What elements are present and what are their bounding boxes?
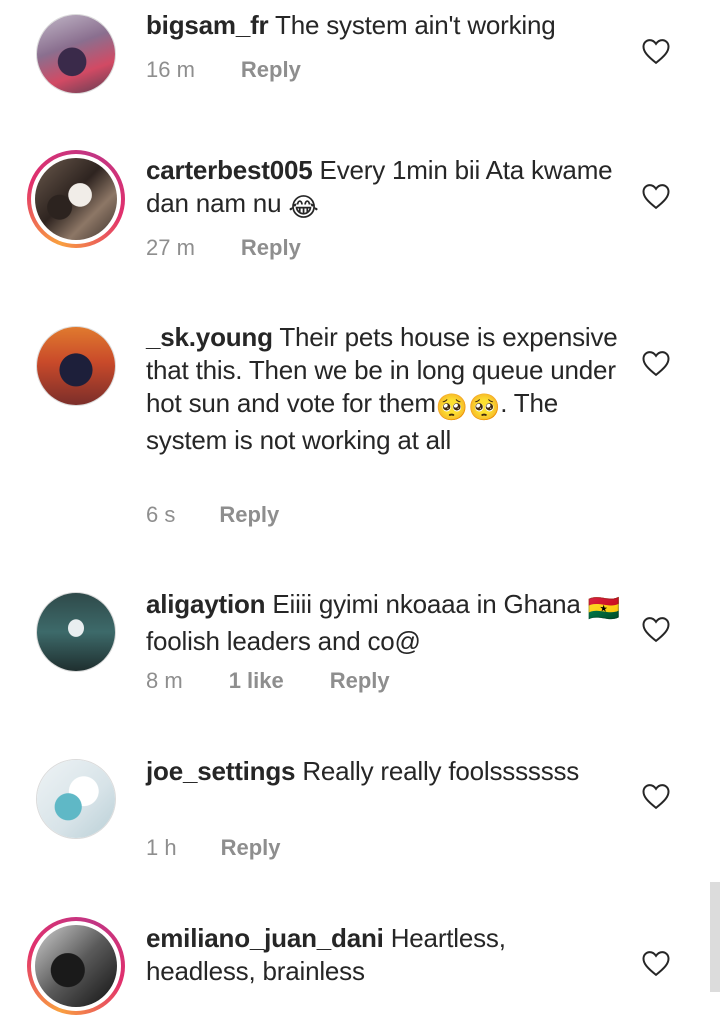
avatar-image	[37, 760, 115, 838]
avatar[interactable]	[36, 592, 116, 672]
avatar-ring-gap	[31, 154, 121, 244]
comment-username[interactable]: emiliano_juan_dani	[146, 923, 384, 953]
heart-outline-icon[interactable]	[641, 615, 671, 643]
comment-emoji: 🥺🥺	[435, 392, 501, 422]
avatar[interactable]	[36, 14, 116, 94]
comment-username[interactable]: _sk.young	[146, 322, 273, 352]
comment-body: Really really foolsssssss	[302, 756, 580, 786]
comment-time: 6 s	[146, 502, 176, 527]
reply-button[interactable]: Reply	[241, 57, 301, 83]
comment-text: aligaytion Eiiii gyimi nkoaaa in Ghana 🇬…	[146, 588, 621, 658]
avatar-ring-gap	[31, 921, 121, 1011]
comment-username[interactable]: joe_settings	[146, 756, 296, 786]
scrollbar[interactable]	[710, 882, 720, 992]
avatar-image	[35, 158, 117, 240]
comment-text: joe_settings Really really foolsssssss	[146, 755, 621, 788]
comment-username[interactable]: carterbest005	[146, 155, 313, 185]
comment-username[interactable]: aligaytion	[146, 589, 266, 619]
comment-username[interactable]: bigsam_fr	[146, 10, 269, 40]
comment-text: carterbest005 Every 1min bii Ata kwame d…	[146, 154, 621, 224]
comment-time: 16 m	[146, 57, 195, 82]
avatar[interactable]	[36, 759, 116, 839]
avatar[interactable]	[27, 150, 125, 248]
comment-emoji: 😂	[288, 192, 319, 222]
comment-body-cont: foolish leaders and co@	[146, 626, 421, 656]
avatar-image	[37, 15, 115, 93]
comment-body: The system ain't working	[275, 10, 556, 40]
heart-outline-icon[interactable]	[641, 949, 671, 977]
comment-text: emiliano_juan_dani Heartless, headless, …	[146, 922, 621, 988]
comment-meta: 8 m 1 like Reply	[146, 668, 390, 694]
reply-button[interactable]: Reply	[330, 668, 390, 694]
reply-button[interactable]: Reply	[219, 502, 279, 528]
like-count[interactable]: 1 like	[229, 668, 284, 694]
comment-meta: 6 s Reply	[146, 502, 279, 528]
comment-body: Eiiii gyimi nkoaaa in Ghana	[272, 589, 581, 619]
heart-outline-icon[interactable]	[641, 349, 671, 377]
comment-meta: 16 m Reply	[146, 57, 301, 83]
avatar[interactable]	[27, 917, 125, 1015]
avatar-image	[37, 327, 115, 405]
heart-outline-icon[interactable]	[641, 182, 671, 210]
comment-text: _sk.young Their pets house is expensive …	[146, 321, 621, 457]
comment-time: 8 m	[146, 668, 183, 693]
heart-outline-icon[interactable]	[641, 782, 671, 810]
comment-text: bigsam_fr The system ain't working	[146, 9, 621, 42]
avatar-image	[37, 593, 115, 671]
comment-time: 1 h	[146, 835, 177, 860]
comment-time: 27 m	[146, 235, 195, 260]
reply-button[interactable]: Reply	[241, 235, 301, 261]
comment-meta: 27 m Reply	[146, 235, 301, 261]
reply-button[interactable]: Reply	[221, 835, 281, 861]
ghana-flag-emoji: 🇬🇭	[587, 593, 620, 623]
comment-meta: 1 h Reply	[146, 835, 281, 861]
avatar-image	[35, 925, 117, 1007]
avatar[interactable]	[36, 326, 116, 406]
heart-outline-icon[interactable]	[641, 37, 671, 65]
